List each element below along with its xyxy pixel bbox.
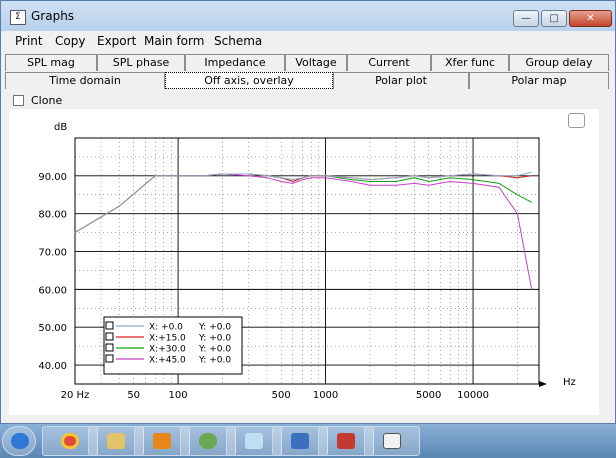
legend-checkbox xyxy=(105,354,114,363)
x-tick-label: 5000 xyxy=(416,390,441,401)
legend-y-readout: Y: +0.0 xyxy=(198,323,231,333)
legend-checkbox xyxy=(105,343,114,352)
legend-checkbox xyxy=(105,332,114,341)
x-tick-label: 500 xyxy=(272,390,291,401)
graph-window-icon[interactable] xyxy=(364,426,420,456)
legend-y-readout: Y: +0.0 xyxy=(198,356,231,366)
legend-label: X:+45.0 xyxy=(149,356,186,366)
y-tick-label: 80.00 xyxy=(38,210,67,221)
legend-label: X: +0.0 xyxy=(149,323,183,333)
y-tick-label: 60.00 xyxy=(38,285,67,296)
y-tick-label: 50.00 xyxy=(38,323,67,334)
legend-y-readout: Y: +0.0 xyxy=(198,345,231,355)
legend-checkbox xyxy=(105,321,114,330)
x-tick-label: 50 xyxy=(127,390,140,401)
x-axis-label: Hz xyxy=(563,377,576,388)
x-tick-label: 20 Hz xyxy=(61,390,90,401)
y-tick-label: 90.00 xyxy=(38,172,67,183)
series-line xyxy=(74,173,533,290)
internet-explorer-icon[interactable] xyxy=(2,426,36,456)
y-tick-label: 70.00 xyxy=(38,248,67,259)
legend-label: X:+15.0 xyxy=(149,334,186,344)
y-tick-label: 40.00 xyxy=(38,361,67,372)
y-axis-label: dB xyxy=(54,122,67,133)
frequency-response-chart: 40.00 50.00 60.00 70.00 80.00 90.00 20 Hz 50 100… xyxy=(38,122,576,401)
x-tick-label: 1000 xyxy=(313,390,338,401)
graphs-window: Σ Graphs — □ ✕ Print Copy Export Main fo… xyxy=(0,0,616,424)
taskbar xyxy=(0,424,616,458)
x-tick-label: 100 xyxy=(169,390,188,401)
x-axis-arrow xyxy=(539,381,547,387)
series-line xyxy=(74,171,532,234)
legend-label: X:+30.0 xyxy=(149,345,186,355)
legend-y-readout: Y: +0.0 xyxy=(198,334,231,344)
x-tick-label: 10000 xyxy=(457,390,489,401)
